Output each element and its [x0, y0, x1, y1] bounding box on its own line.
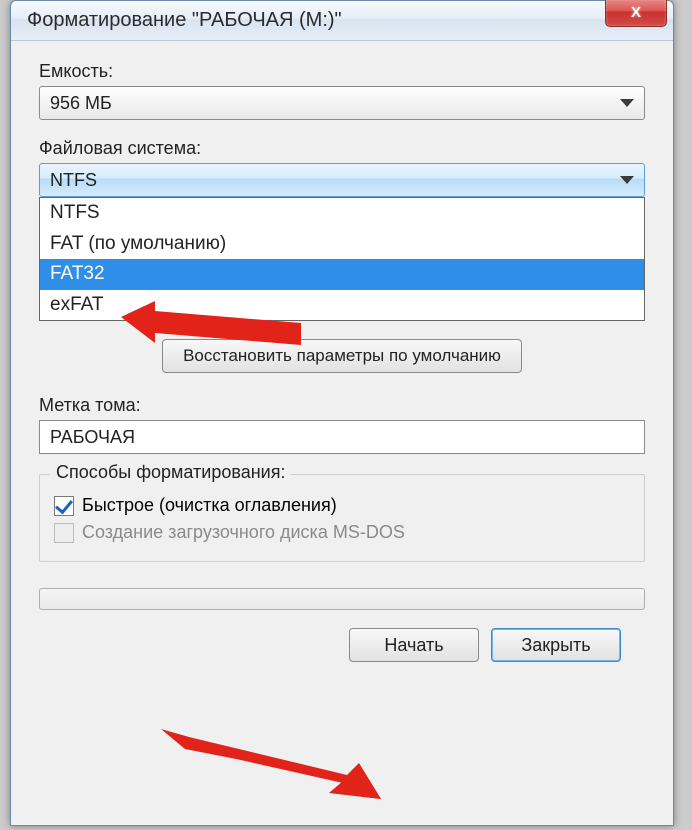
msdos-boot-row: Создание загрузочного диска MS-DOS — [54, 522, 630, 543]
start-button[interactable]: Начать — [349, 628, 479, 662]
capacity-combo[interactable]: 956 МБ — [39, 86, 645, 120]
filesystem-value: NTFS — [50, 170, 97, 191]
msdos-boot-label: Создание загрузочного диска MS-DOS — [82, 522, 405, 543]
quick-format-label: Быстрое (очистка оглавления) — [82, 495, 337, 516]
volume-label-label: Метка тома: — [39, 395, 645, 416]
filesystem-option-selected[interactable]: FAT32 — [40, 259, 644, 290]
format-options-group: Способы форматирования: Быстрое (очистка… — [39, 474, 645, 562]
chevron-down-icon — [620, 176, 634, 184]
filesystem-option[interactable]: exFAT — [40, 290, 644, 321]
progress-bar — [39, 588, 645, 610]
capacity-value: 956 МБ — [50, 93, 112, 114]
bottom-button-row: Начать Закрыть — [39, 628, 621, 662]
volume-label-value: РАБОЧАЯ — [50, 427, 135, 448]
titlebar: Форматирование "РАБОЧАЯ (M:)" X — [11, 1, 673, 41]
chevron-down-icon — [620, 99, 634, 107]
close-dialog-button[interactable]: Закрыть — [491, 628, 621, 662]
titlebar-text: Форматирование "РАБОЧАЯ (M:)" — [27, 9, 342, 32]
msdos-boot-checkbox — [54, 523, 74, 543]
quick-format-row[interactable]: Быстрое (очистка оглавления) — [54, 495, 630, 516]
annotation-arrow-bottom — [161, 729, 381, 799]
close-button[interactable]: X — [605, 0, 667, 27]
filesystem-dropdown: NTFS FAT (по умолчанию) FAT32 exFAT — [39, 197, 645, 321]
restore-defaults-button[interactable]: Восстановить параметры по умолчанию — [162, 339, 522, 373]
filesystem-option[interactable]: NTFS — [40, 198, 644, 229]
format-dialog: Форматирование "РАБОЧАЯ (M:)" X Емкость:… — [10, 0, 674, 826]
capacity-label: Емкость: — [39, 61, 645, 82]
volume-label-input[interactable]: РАБОЧАЯ — [39, 420, 645, 454]
format-options-legend: Способы форматирования: — [50, 462, 291, 483]
quick-format-checkbox[interactable] — [54, 496, 74, 516]
filesystem-combo[interactable]: NTFS — [39, 163, 645, 197]
filesystem-option[interactable]: FAT (по умолчанию) — [40, 229, 644, 260]
close-icon: X — [631, 4, 641, 21]
client-area: Емкость: 956 МБ Файловая система: NTFS N… — [11, 41, 673, 668]
filesystem-label: Файловая система: — [39, 138, 645, 159]
